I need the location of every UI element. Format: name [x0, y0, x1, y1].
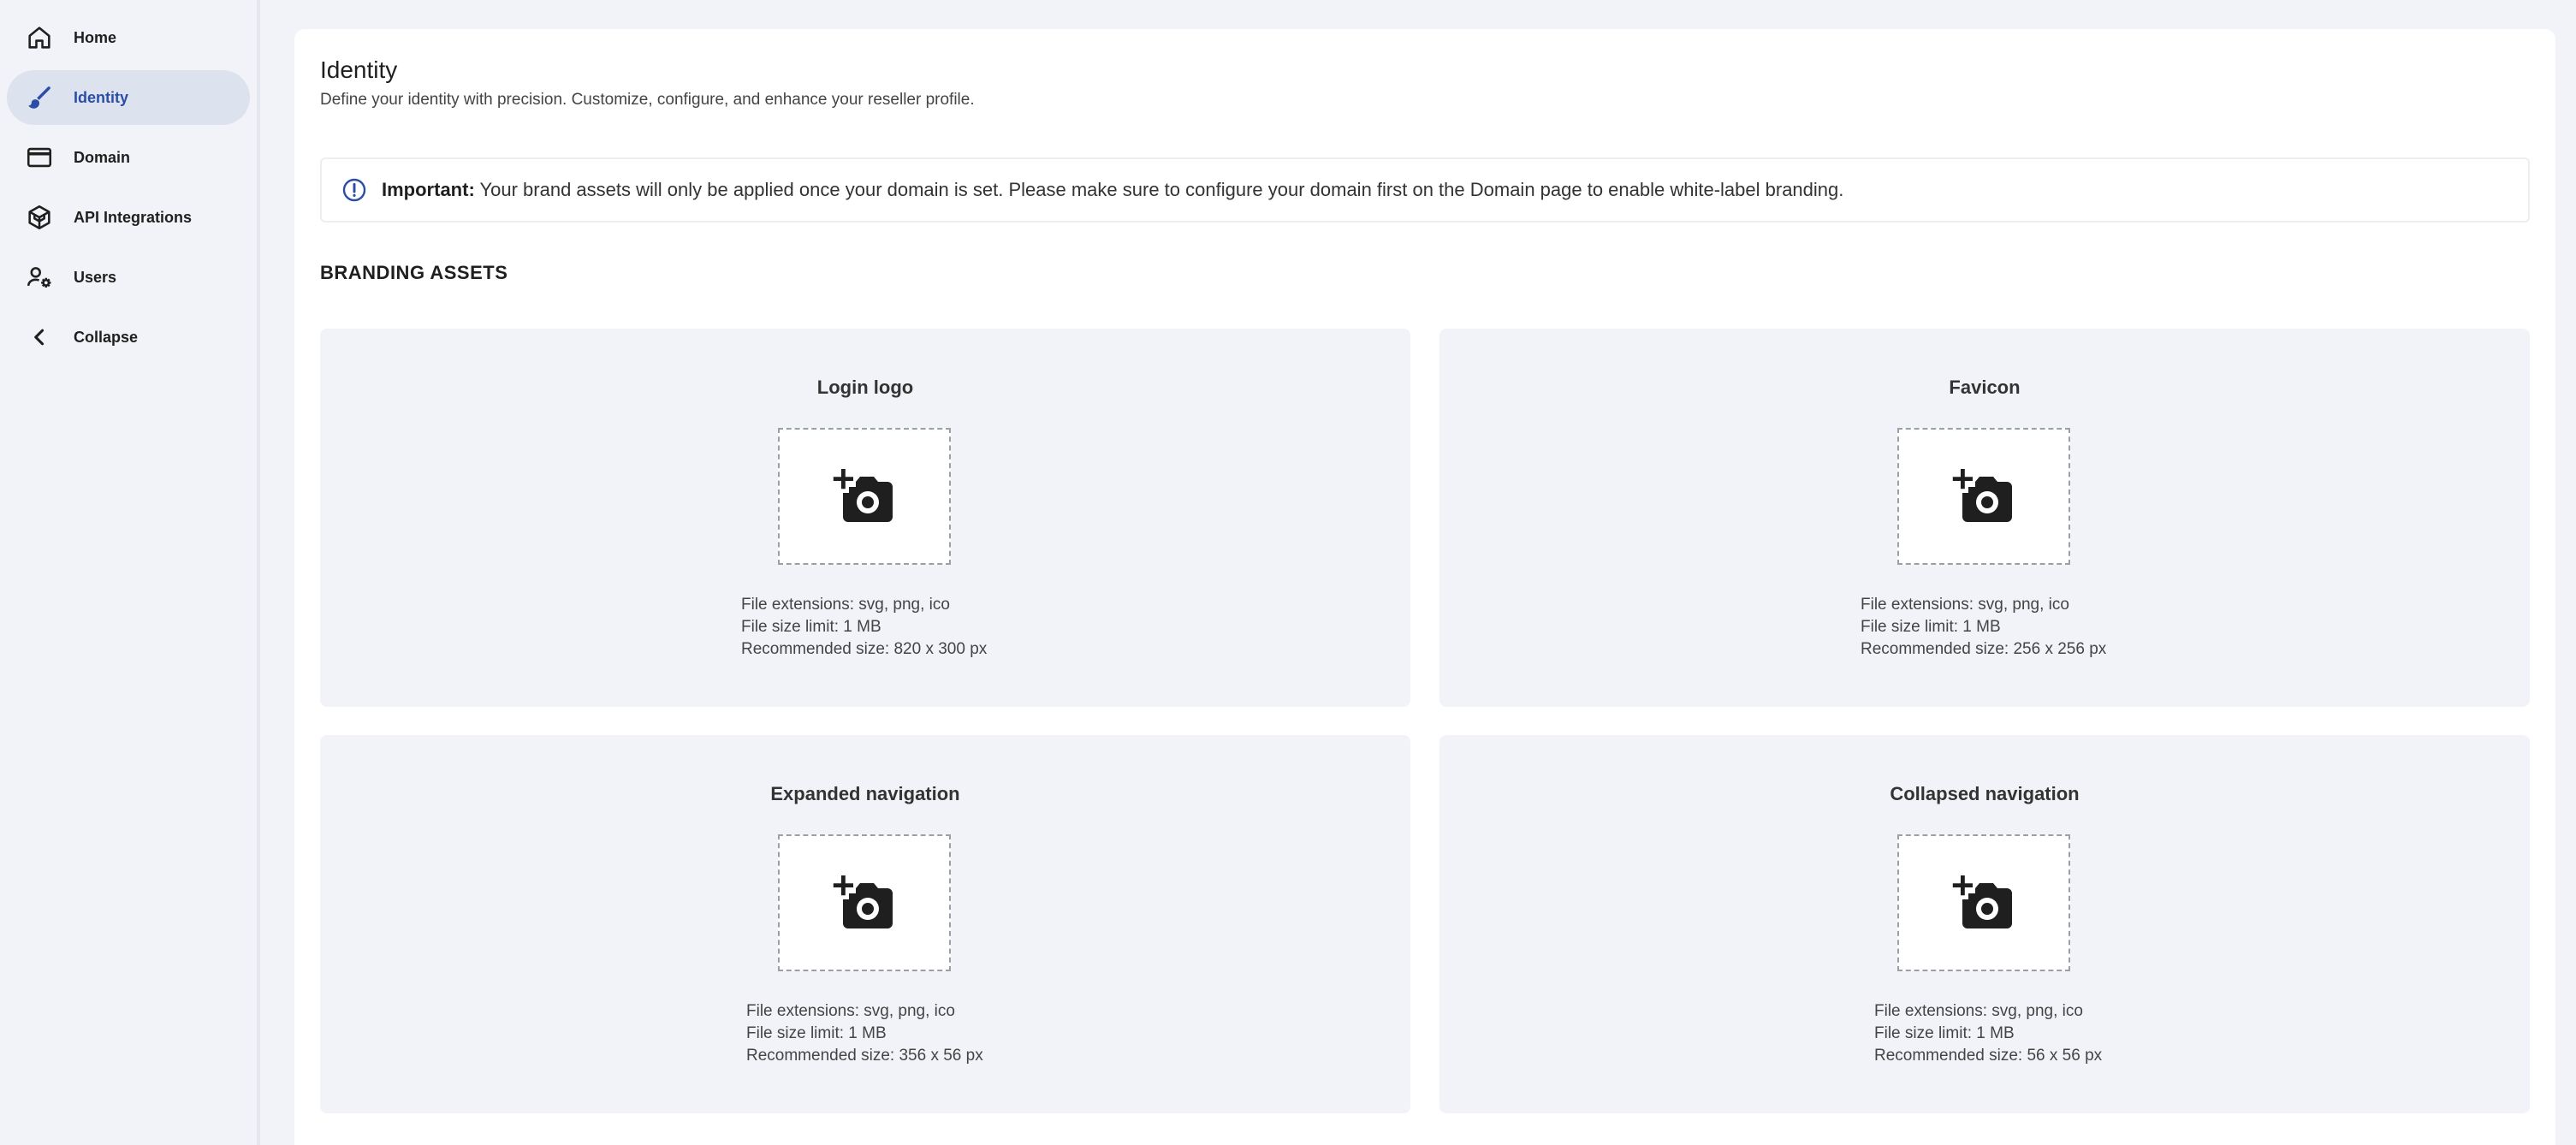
- user-settings-icon: [22, 260, 56, 294]
- domain-warning-alert: Important: Your brand assets will only b…: [320, 157, 2530, 222]
- sidebar-item-label: Identity: [74, 88, 129, 106]
- sidebar-item-api-integrations[interactable]: API Integrations: [7, 190, 250, 245]
- recommended-size-text: Recommended size: 356 x 56 px: [746, 1047, 983, 1065]
- sidebar-collapse-button[interactable]: Collapse: [7, 310, 250, 365]
- sidebar-item-label: API Integrations: [74, 208, 193, 226]
- card-info: File extensions: svg, png, ico File size…: [1861, 594, 2106, 661]
- collapsed-navigation-card: Collapsed navigation File extensions: sv…: [1439, 735, 2530, 1113]
- card-info: File extensions: svg, png, ico File size…: [746, 1000, 983, 1067]
- recommended-size-text: Recommended size: 56 x 56 px: [1874, 1047, 2103, 1065]
- sidebar-item-label: Users: [74, 268, 117, 286]
- file-size-limit-text: File size limit: 1 MB: [746, 1024, 887, 1042]
- file-size-limit-text: File size limit: 1 MB: [741, 618, 881, 636]
- alert-strong-label: Important:: [382, 179, 475, 200]
- recommended-size-text: Recommended size: 820 x 300 px: [741, 640, 988, 658]
- card-title: Login logo: [816, 377, 914, 398]
- card-title: Collapsed navigation: [1890, 783, 2080, 804]
- chevron-left-icon: [22, 320, 56, 354]
- sidebar-item-label: Domain: [74, 148, 131, 166]
- brush-icon: [22, 80, 56, 115]
- cube-icon: [22, 200, 56, 234]
- home-icon: [22, 21, 56, 55]
- recommended-size-text: Recommended size: 256 x 256 px: [1861, 640, 2107, 658]
- sidebar-item-domain[interactable]: Domain: [7, 130, 250, 185]
- app-root: Home Identity Domain API Integrations Us…: [0, 0, 2576, 1145]
- main-panel: Identity Define your identity with preci…: [294, 29, 2555, 1145]
- section-title: BRANDING ASSETS: [320, 262, 508, 283]
- collapsed-navigation-upload[interactable]: [1897, 834, 2070, 971]
- favicon-card: Favicon File extensions: svg, png, ico F…: [1439, 329, 2530, 707]
- add-photo-icon: [833, 469, 893, 522]
- card-title: Favicon: [1949, 377, 2021, 398]
- alert-message: Your brand assets will only be applied o…: [474, 179, 1844, 200]
- file-extensions-text: File extensions: svg, png, ico: [741, 596, 950, 614]
- sidebar: Home Identity Domain API Integrations Us…: [0, 0, 260, 1145]
- sidebar-item-label: Home: [74, 28, 117, 46]
- expanded-navigation-card: Expanded navigation File extensions: svg…: [320, 735, 1410, 1113]
- info-circle-icon: [341, 176, 368, 204]
- card-info: File extensions: svg, png, ico File size…: [1874, 1000, 2102, 1067]
- login-logo-upload[interactable]: [778, 428, 951, 565]
- sidebar-item-identity[interactable]: Identity: [7, 70, 250, 125]
- card-title: Expanded navigation: [770, 783, 960, 804]
- favicon-upload[interactable]: [1897, 428, 2070, 565]
- page-subtitle: Define your identity with precision. Cus…: [320, 91, 975, 109]
- file-size-limit-text: File size limit: 1 MB: [1874, 1024, 2015, 1042]
- browser-window-icon: [22, 140, 56, 175]
- alert-text: Important: Your brand assets will only b…: [382, 179, 1843, 201]
- file-extensions-text: File extensions: svg, png, ico: [1874, 1002, 2083, 1020]
- add-photo-icon: [833, 875, 893, 928]
- add-photo-icon: [1952, 469, 2012, 522]
- expanded-navigation-upload[interactable]: [778, 834, 951, 971]
- card-info: File extensions: svg, png, ico File size…: [741, 594, 987, 661]
- sidebar-item-home[interactable]: Home: [7, 10, 250, 65]
- login-logo-card: Login logo File extensions: svg, png, ic…: [320, 329, 1410, 707]
- page-title: Identity: [320, 56, 398, 83]
- sidebar-item-users[interactable]: Users: [7, 250, 250, 305]
- add-photo-icon: [1952, 875, 2012, 928]
- file-extensions-text: File extensions: svg, png, ico: [1861, 596, 2069, 614]
- file-size-limit-text: File size limit: 1 MB: [1861, 618, 2001, 636]
- sidebar-item-label: Collapse: [74, 328, 139, 346]
- file-extensions-text: File extensions: svg, png, ico: [746, 1002, 955, 1020]
